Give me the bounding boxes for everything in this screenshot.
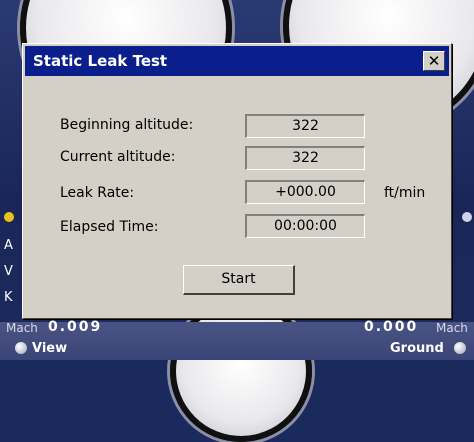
left-status-dot	[4, 212, 14, 222]
static-leak-test-dialog: Static Leak Test ✕ Beginning altitude: 3…	[22, 43, 452, 319]
mach-right-readout: 0.000	[364, 319, 419, 335]
right-status-dot	[462, 212, 472, 222]
current-altitude-label: Current altitude:	[60, 149, 176, 165]
dialog-titlebar[interactable]: Static Leak Test ✕	[25, 46, 449, 76]
leak-rate-unit: ft/min	[384, 185, 426, 201]
mach-left-readout: 0.009	[48, 319, 103, 335]
side-letter: K	[4, 290, 13, 305]
view-button[interactable]: View	[32, 341, 67, 356]
close-icon: ✕	[427, 52, 441, 70]
beginning-altitude-label: Beginning altitude:	[60, 117, 194, 133]
elapsed-time-label: Elapsed Time:	[60, 219, 159, 235]
view-radio-icon[interactable]	[15, 342, 27, 354]
elapsed-time-field: 00:00:00	[245, 214, 365, 238]
current-altitude-field: 322	[245, 146, 365, 170]
side-letter: V	[4, 264, 13, 279]
leak-rate-label: Leak Rate:	[60, 185, 135, 201]
mach-left-label: Mach	[6, 321, 38, 335]
side-letter: A	[4, 238, 13, 253]
ground-button[interactable]: Ground	[390, 341, 444, 356]
mach-right-label: Mach	[436, 321, 468, 335]
ground-radio-icon[interactable]	[454, 342, 466, 354]
leak-rate-field: +000.00	[245, 180, 365, 204]
start-button[interactable]: Start	[183, 265, 295, 295]
dialog-title: Static Leak Test	[33, 52, 168, 70]
close-button[interactable]: ✕	[423, 51, 445, 71]
beginning-altitude-field: 322	[245, 114, 365, 138]
